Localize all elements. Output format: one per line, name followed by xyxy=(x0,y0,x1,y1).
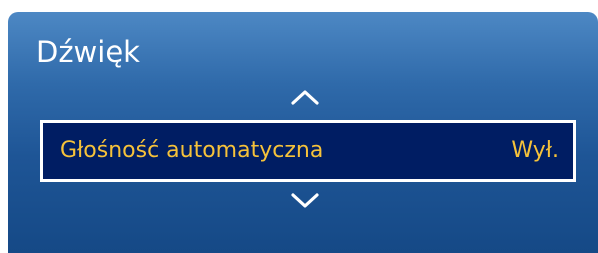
menu-item-auto-volume[interactable]: Głośność automatyczna Wył. xyxy=(40,120,576,182)
sound-menu-panel: Dźwięk Głośność automatyczna Wył. xyxy=(8,12,598,253)
chevron-up-icon[interactable] xyxy=(290,88,320,106)
menu-item-value: Wył. xyxy=(511,138,559,163)
menu-title: Dźwięk xyxy=(36,35,140,69)
chevron-down-icon[interactable] xyxy=(290,192,320,210)
menu-item-label: Głośność automatyczna xyxy=(60,138,324,163)
